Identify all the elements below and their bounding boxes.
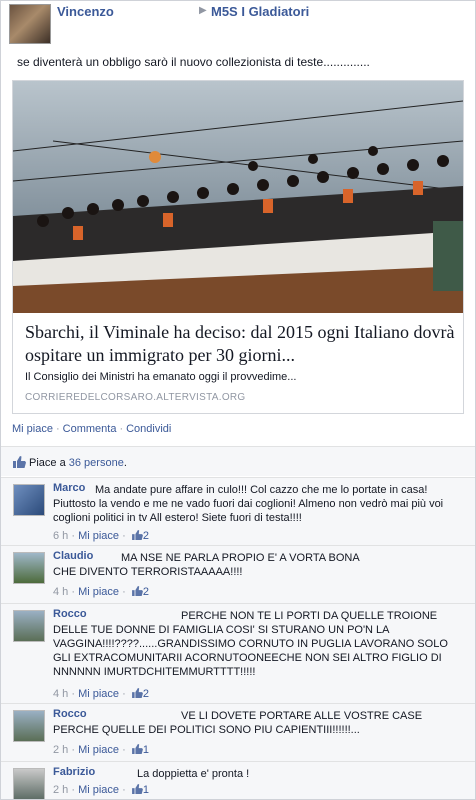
thumbs-up-icon	[131, 784, 143, 794]
likes-count-link[interactable]: 36 persone	[69, 457, 124, 469]
like-link[interactable]: Mi piace	[12, 423, 53, 435]
thumbs-up-icon	[131, 744, 143, 754]
link-image[interactable]	[13, 81, 463, 313]
comment-link[interactable]: Commenta	[63, 423, 117, 435]
comment-like-link[interactable]: Mi piace	[78, 744, 119, 756]
post-card: Vincenzo ▶ M5S I Gladiatori se diventerà…	[0, 0, 476, 800]
thumbs-up-icon	[131, 586, 143, 596]
comment-text: Ma andate pure affare in culo!!! Col caz…	[53, 484, 444, 524]
likes-suffix: .	[123, 457, 127, 469]
comment-like-count[interactable]: 2	[143, 586, 149, 598]
post-actions: Mi piace · Commenta · Condividi	[12, 423, 171, 435]
post-header: Vincenzo ▶ M5S I Gladiatori	[9, 4, 469, 44]
group-name[interactable]: M5S I Gladiatori	[211, 4, 309, 19]
comment-time[interactable]: 4 h	[53, 688, 68, 700]
commenter-avatar[interactable]	[13, 484, 45, 516]
post-text: se diventerà un obbligo sarò il nuovo co…	[17, 55, 370, 69]
comment-item: Claudio MA NSE NE PARLA PROPIO E' A VORT…	[1, 545, 475, 603]
commenter-avatar[interactable]	[13, 552, 45, 584]
comment-time[interactable]: 2 h	[53, 784, 68, 796]
comment-like-link[interactable]: Mi piace	[78, 586, 119, 598]
comment-like-link[interactable]: Mi piace	[78, 688, 119, 700]
comment-like-count[interactable]: 1	[143, 744, 149, 756]
comment-meta: 4 h · Mi piace · 2	[53, 586, 149, 598]
comment-meta: 4 h · Mi piace · 2	[53, 688, 149, 700]
comment-text: PERCHE NON TE LI PORTI DA QUELLE TROIONE…	[53, 610, 448, 678]
comment-item: Marco Ma andate pure affare in culo!!! C…	[1, 477, 475, 545]
comment-time[interactable]: 2 h	[53, 744, 68, 756]
share-link[interactable]: Condividi	[126, 423, 171, 435]
arrow-right-icon: ▶	[199, 5, 207, 16]
likes-summary: Piace a 36 persone.	[1, 446, 475, 476]
comment-meta: 2 h · Mi piace · 1	[53, 744, 149, 756]
comment-text: La doppietta e' pronta !	[137, 768, 250, 780]
thumbs-up-icon	[131, 530, 143, 540]
author-avatar[interactable]	[9, 4, 51, 44]
link-preview[interactable]: Sbarchi, il Viminale ha deciso: dal 2015…	[12, 80, 464, 414]
thumbs-up-icon	[131, 688, 143, 698]
comment-like-count[interactable]: 2	[143, 530, 149, 542]
commenter-avatar[interactable]	[13, 710, 45, 742]
link-title[interactable]: Sbarchi, il Viminale ha deciso: dal 2015…	[25, 321, 457, 367]
comment-item: Rocco VE LI DOVETE PORTARE ALLE VOSTRE C…	[1, 703, 475, 761]
link-source: CORRIEREDELCORSARO.ALTERVISTA.ORG	[25, 392, 246, 403]
likes-text: Piace a 36 persone.	[29, 457, 127, 469]
likes-prefix: Piace a	[29, 457, 66, 469]
thumbs-up-icon	[13, 456, 26, 468]
separator: ·	[119, 423, 124, 435]
comment-time[interactable]: 6 h	[53, 530, 68, 542]
comment-text: MA NSE NE PARLA PROPIO E' A VORTA BONA C…	[53, 552, 360, 578]
link-description: Il Consiglio dei Ministri ha emanato ogg…	[25, 371, 297, 383]
commenter-avatar[interactable]	[13, 768, 45, 799]
comment-like-count[interactable]: 1	[143, 784, 149, 796]
comment-meta: 6 h · Mi piace · 2	[53, 530, 149, 542]
comment-item: Rocco PERCHE NON TE LI PORTI DA QUELLE T…	[1, 603, 475, 703]
comment-like-link[interactable]: Mi piace	[78, 530, 119, 542]
comment-text: VE LI DOVETE PORTARE ALLE VOSTRE CASE PE…	[53, 710, 423, 736]
comment-like-link[interactable]: Mi piace	[78, 784, 119, 796]
separator: ·	[55, 423, 60, 435]
comment-like-count[interactable]: 2	[143, 688, 149, 700]
commenter-avatar[interactable]	[13, 610, 45, 642]
comment-time[interactable]: 4 h	[53, 586, 68, 598]
comment-meta: 2 h · Mi piace · 1	[53, 784, 149, 796]
comment-item: Fabrizio La doppietta e' pronta ! 2 h · …	[1, 761, 475, 799]
author-name[interactable]: Vincenzo	[57, 4, 114, 19]
